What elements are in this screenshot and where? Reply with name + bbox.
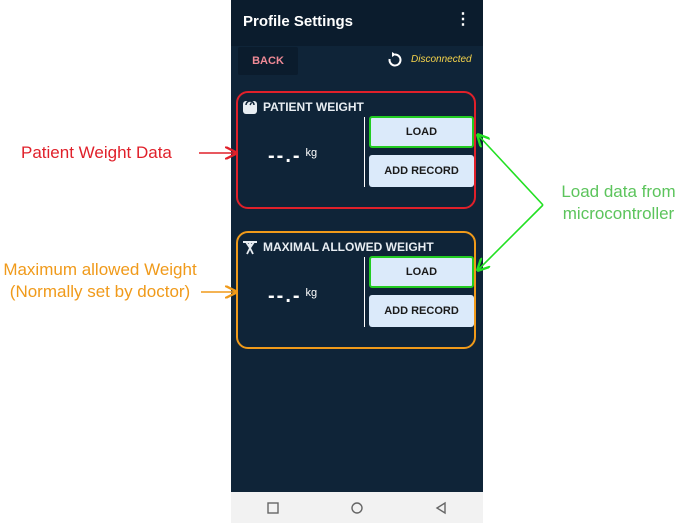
home-circle-icon[interactable]	[350, 501, 364, 515]
page-title: Profile Settings	[243, 13, 354, 30]
divider	[364, 257, 365, 327]
phone-screen: Profile Settings ⋮ BACK Disconnected PAT…	[231, 0, 483, 523]
annotation-max-weight: Maximum allowed Weight (Normally set by …	[3, 260, 197, 301]
app-bar: Profile Settings ⋮	[231, 0, 483, 46]
arrow-load-1	[478, 135, 544, 206]
max-weight-heading: MAXIMAL ALLOWED WEIGHT	[242, 239, 434, 255]
kebab-menu-icon[interactable]: ⋮	[455, 12, 471, 28]
load-button[interactable]: LOAD	[369, 116, 474, 148]
weightlifter-icon	[243, 241, 257, 255]
annotation-load-data: Load data from microcontroller	[561, 182, 676, 223]
back-triangle-icon[interactable]	[434, 501, 448, 515]
card-heading-label: PATIENT WEIGHT	[263, 100, 364, 114]
weight-unit: kg	[305, 287, 318, 299]
recents-square-icon[interactable]	[266, 501, 280, 515]
load-button[interactable]: LOAD	[369, 256, 474, 288]
card-heading-label: MAXIMAL ALLOWED WEIGHT	[263, 240, 434, 254]
back-button[interactable]: BACK	[238, 47, 298, 75]
weight-value: --.- kg	[268, 285, 317, 308]
add-record-button[interactable]: ADD RECORD	[369, 295, 474, 327]
system-nav-bar	[231, 492, 483, 523]
arrow-load-2	[478, 204, 544, 270]
patient-weight-heading: PATIENT WEIGHT	[242, 99, 364, 115]
connection-status: Disconnected	[411, 54, 472, 65]
weight-unit: kg	[305, 147, 318, 159]
scale-icon	[243, 100, 257, 114]
divider	[364, 117, 365, 187]
add-record-button[interactable]: ADD RECORD	[369, 155, 474, 187]
annotation-patient-weight: Patient Weight Data	[21, 143, 172, 162]
patient-weight-card: PATIENT WEIGHT --.- kg LOAD ADD RECORD	[236, 91, 476, 209]
max-weight-card: MAXIMAL ALLOWED WEIGHT --.- kg LOAD ADD R…	[236, 231, 476, 349]
weight-number: --.-	[268, 145, 302, 167]
refresh-icon[interactable]	[387, 52, 403, 68]
weight-value: --.- kg	[268, 145, 317, 168]
weight-number: --.-	[268, 285, 302, 307]
